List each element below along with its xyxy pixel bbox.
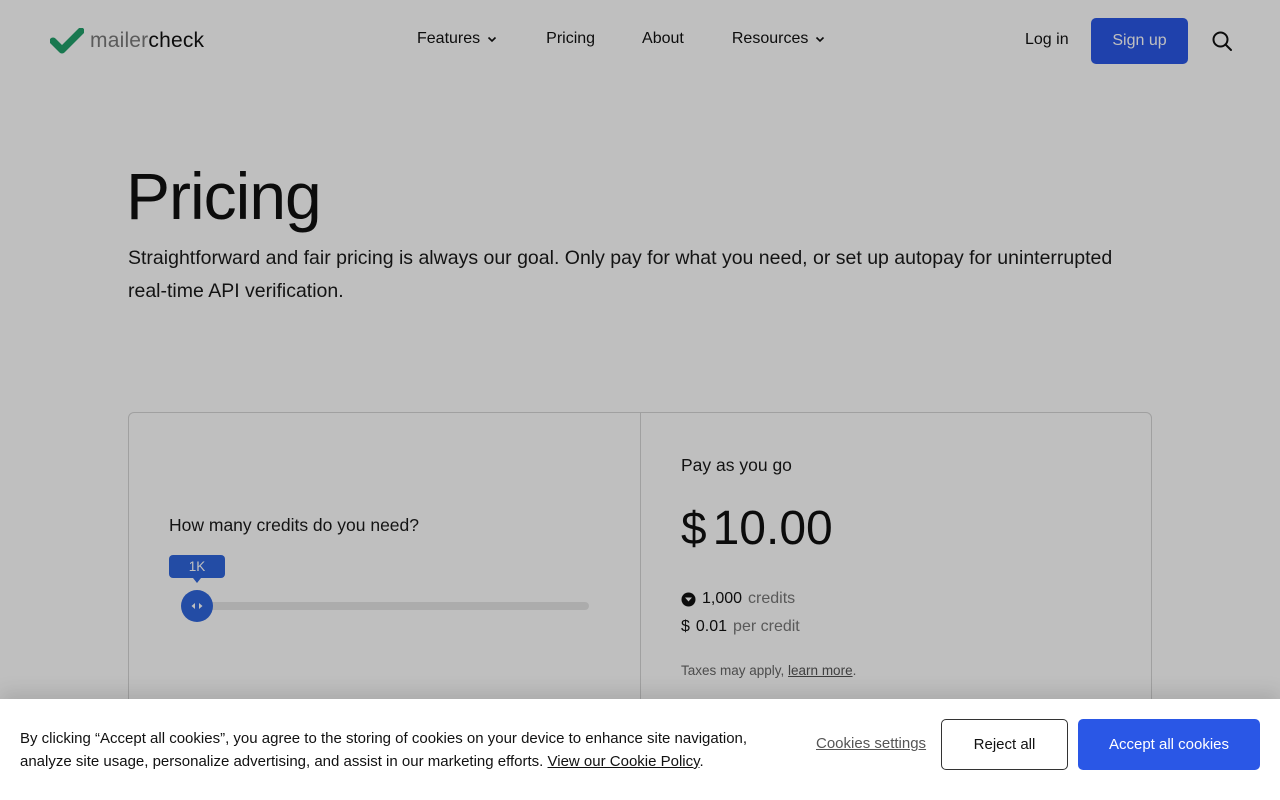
reject-all-button[interactable]: Reject all xyxy=(941,719,1068,770)
modal-overlay xyxy=(0,0,1280,800)
cookie-banner: By clicking “Accept all cookies”, you ag… xyxy=(0,699,1280,800)
cookie-text-end: . xyxy=(699,753,704,770)
cookies-settings-link[interactable]: Cookies settings xyxy=(816,735,926,752)
accept-all-cookies-button[interactable]: Accept all cookies xyxy=(1078,719,1260,770)
cookie-policy-link[interactable]: View our Cookie Policy xyxy=(548,753,700,770)
cookie-text: By clicking “Accept all cookies”, you ag… xyxy=(20,727,780,773)
